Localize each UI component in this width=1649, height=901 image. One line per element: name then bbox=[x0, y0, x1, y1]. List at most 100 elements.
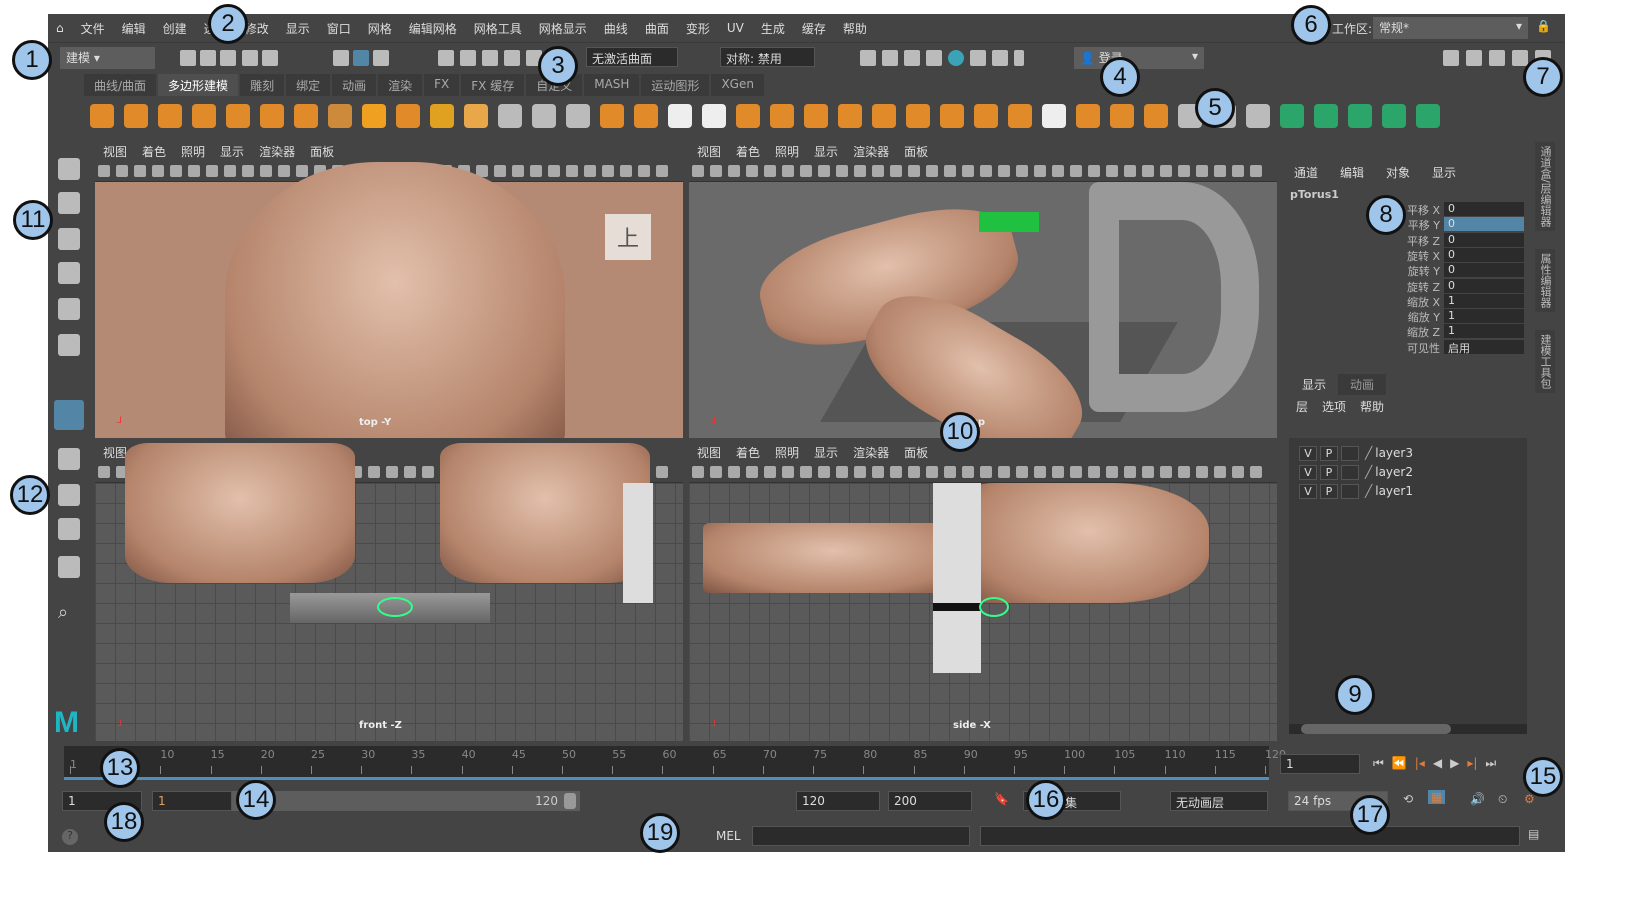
menu-item[interactable]: 变形 bbox=[686, 20, 710, 37]
attr-value[interactable]: 0 bbox=[1444, 202, 1524, 216]
end-frame-field[interactable]: 120 bbox=[796, 791, 880, 811]
viewport-toolbar-icon[interactable] bbox=[980, 466, 992, 478]
playback-toggle[interactable]: P bbox=[1320, 483, 1338, 499]
single-view-layout-icon[interactable] bbox=[58, 448, 80, 470]
viewport-toolbar-icon[interactable] bbox=[872, 165, 884, 177]
menu-item[interactable]: 编辑 bbox=[122, 20, 146, 37]
shelf-tab[interactable]: FX 缓存 bbox=[461, 74, 525, 96]
menu-item[interactable]: 网格工具 bbox=[474, 20, 522, 37]
viewcube-top[interactable]: 上 bbox=[605, 214, 651, 260]
viewport-toolbar-icon[interactable] bbox=[134, 165, 146, 177]
layer-menu-item[interactable]: 选项 bbox=[1322, 398, 1346, 415]
viewport-toolbar-icon[interactable] bbox=[98, 165, 110, 177]
mode-dropdown[interactable]: 建模 ▾ bbox=[60, 47, 155, 69]
shelf-tool-icon[interactable] bbox=[1110, 104, 1134, 128]
menu-item[interactable]: 帮助 bbox=[843, 20, 867, 37]
viewport-toolbar-icon[interactable] bbox=[1088, 466, 1100, 478]
viewport-toolbar-icon[interactable] bbox=[1106, 165, 1118, 177]
viewport-menu-item[interactable]: 面板 bbox=[904, 143, 928, 160]
attribute-editor-icon[interactable] bbox=[1489, 50, 1505, 66]
viewport-toolbar-icon[interactable] bbox=[1178, 165, 1190, 177]
attr-value[interactable]: 0 bbox=[1444, 247, 1524, 262]
shelf-tool-icon[interactable] bbox=[702, 104, 726, 128]
modeling-toolkit-icon[interactable] bbox=[1443, 50, 1459, 66]
render-view-icon[interactable] bbox=[860, 50, 876, 66]
shelf-tool-icon[interactable] bbox=[1416, 104, 1440, 128]
viewport-toolbar-icon[interactable] bbox=[1034, 165, 1046, 177]
display-type-toggle[interactable] bbox=[1341, 445, 1359, 461]
rotate-tool-icon[interactable] bbox=[58, 298, 80, 320]
viewport-toolbar-icon[interactable] bbox=[1142, 165, 1154, 177]
viewport-toolbar-icon[interactable] bbox=[296, 165, 308, 177]
attr-value[interactable]: 0 bbox=[1444, 278, 1524, 293]
viewport-toolbar-icon[interactable] bbox=[1160, 466, 1172, 478]
viewport-toolbar-icon[interactable] bbox=[1232, 466, 1244, 478]
viewport-toolbar-icon[interactable] bbox=[746, 466, 758, 478]
viewport-toolbar-icon[interactable] bbox=[530, 165, 542, 177]
viewport-toolbar-icon[interactable] bbox=[1142, 466, 1154, 478]
viewport-toolbar-icon[interactable] bbox=[512, 165, 524, 177]
shelf-tool-icon[interactable] bbox=[940, 104, 964, 128]
shelf-tool-icon[interactable] bbox=[872, 104, 896, 128]
viewport-menu-item[interactable]: 渲染器 bbox=[259, 143, 295, 160]
shelf-tool-icon[interactable] bbox=[1280, 104, 1304, 128]
channel-attr[interactable]: 平移 Z 0 bbox=[1394, 232, 1524, 248]
search-icon[interactable]: ⌕ bbox=[58, 602, 80, 624]
viewport-toolbar-icon[interactable] bbox=[818, 466, 830, 478]
select-tool-icon[interactable] bbox=[58, 158, 80, 180]
login-dropdown[interactable]: 👤 登录 ▾ bbox=[1074, 47, 1204, 69]
playback-toggle[interactable]: P bbox=[1320, 464, 1338, 480]
viewport-toolbar-icon[interactable] bbox=[620, 165, 632, 177]
channel-attr[interactable]: 平移 Y0 bbox=[1394, 217, 1524, 232]
display-type-toggle[interactable] bbox=[1341, 464, 1359, 480]
horizontal-scrollbar[interactable] bbox=[1289, 724, 1527, 734]
anim-prefs-icon[interactable]: ⏲ bbox=[1498, 792, 1507, 807]
viewport-toolbar-icon[interactable] bbox=[998, 165, 1010, 177]
menu-item[interactable]: 缓存 bbox=[802, 20, 826, 37]
viewport-toolbar-icon[interactable] bbox=[1052, 165, 1064, 177]
viewport-toolbar-icon[interactable] bbox=[854, 466, 866, 478]
attr-value[interactable]: 0 bbox=[1444, 263, 1524, 278]
viewport-toolbar-icon[interactable] bbox=[692, 165, 704, 177]
layer-menu-item[interactable]: 层 bbox=[1296, 398, 1308, 415]
viewport-toolbar-icon[interactable] bbox=[926, 165, 938, 177]
step-back-icon[interactable]: ⏪ bbox=[1392, 756, 1407, 771]
viewport-menu-item[interactable]: 显示 bbox=[220, 143, 244, 160]
viewport-toolbar-icon[interactable] bbox=[584, 165, 596, 177]
viewport-menu-item[interactable]: 视图 bbox=[697, 444, 721, 461]
open-scene-icon[interactable] bbox=[200, 50, 216, 66]
shelf-tool-icon[interactable] bbox=[362, 104, 386, 128]
shelf-tool-icon[interactable] bbox=[838, 104, 862, 128]
snap-curve-icon[interactable] bbox=[460, 50, 476, 66]
snap-grid-icon[interactable] bbox=[438, 50, 454, 66]
viewport-toolbar-icon[interactable] bbox=[1124, 466, 1136, 478]
shelf-tool-icon[interactable] bbox=[1348, 104, 1372, 128]
tool-settings-icon[interactable] bbox=[1512, 50, 1528, 66]
viewport-toolbar-icon[interactable] bbox=[1070, 466, 1082, 478]
shelf-tool-icon[interactable] bbox=[430, 104, 454, 128]
viewport-toolbar-icon[interactable] bbox=[962, 466, 974, 478]
shelf-tool-icon[interactable] bbox=[328, 104, 352, 128]
viewport-toolbar-icon[interactable] bbox=[854, 165, 866, 177]
viewport-menu-item[interactable]: 显示 bbox=[814, 143, 838, 160]
viewport-toolbar-icon[interactable] bbox=[764, 165, 776, 177]
viewport-toolbar-icon[interactable] bbox=[890, 466, 902, 478]
viewport-toolbar-icon[interactable] bbox=[890, 165, 902, 177]
viewport-toolbar-icon[interactable] bbox=[1214, 165, 1226, 177]
shelf-tab[interactable]: MASH bbox=[584, 74, 640, 96]
channel-attr[interactable]: 旋转 Z 0 bbox=[1394, 278, 1524, 294]
shelf-tool-icon[interactable] bbox=[1008, 104, 1032, 128]
lasso-tool-icon[interactable] bbox=[58, 192, 80, 214]
time-slider[interactable]: 1510152025303540455055606570758085909510… bbox=[64, 746, 1286, 780]
viewport-menu-item[interactable]: 着色 bbox=[142, 143, 166, 160]
select-component-icon[interactable] bbox=[373, 50, 389, 66]
side-tab[interactable]: 建模工具包 bbox=[1535, 329, 1555, 393]
viewport-toolbar-icon[interactable] bbox=[962, 165, 974, 177]
viewport-toolbar-icon[interactable] bbox=[1250, 466, 1262, 478]
last-tool-icon[interactable] bbox=[54, 400, 84, 430]
viewport-toolbar-icon[interactable] bbox=[818, 165, 830, 177]
viewport-toolbar-icon[interactable] bbox=[728, 165, 740, 177]
viewport-toolbar-icon[interactable] bbox=[602, 165, 614, 177]
shelf-tool-icon[interactable] bbox=[1382, 104, 1406, 128]
viewport-toolbar-icon[interactable] bbox=[1232, 165, 1244, 177]
